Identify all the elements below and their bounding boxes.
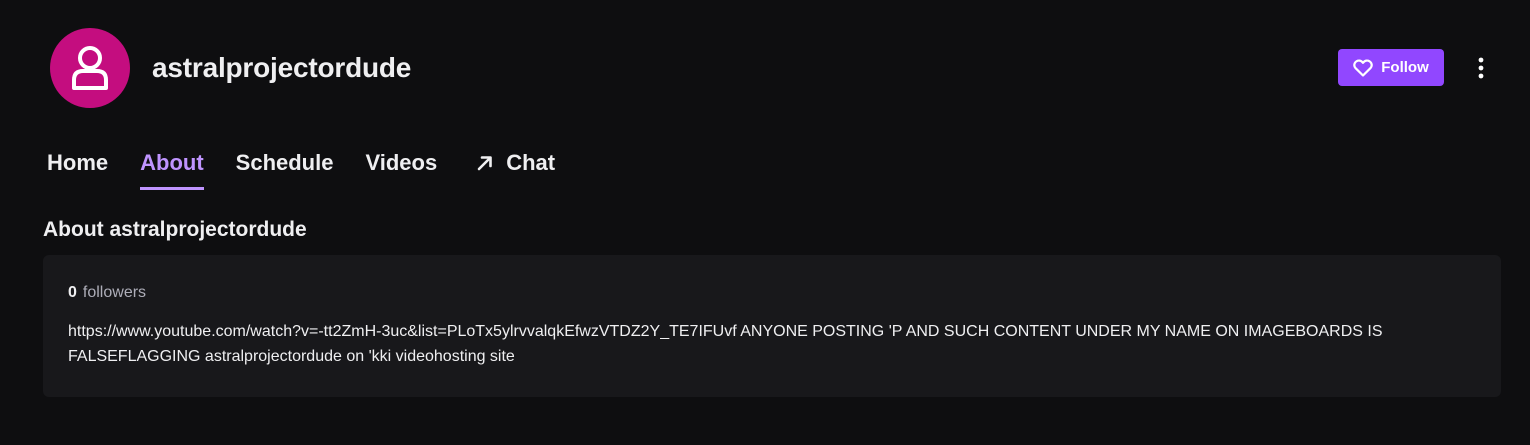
channel-header: astralprojectordude — [50, 28, 411, 108]
follow-button[interactable]: Follow — [1338, 49, 1444, 86]
user-icon — [72, 46, 108, 90]
followers-number: 0 — [68, 284, 77, 301]
tab-videos[interactable]: Videos — [365, 150, 437, 190]
channel-name: astralprojectordude — [152, 52, 412, 83]
about-panel: 0 followers https://www.youtube.com/watch… — [43, 255, 1501, 397]
about-section-title: About astralprojectordude — [43, 218, 307, 241]
vertical-ellipsis-icon — [1478, 57, 1484, 79]
tab-home[interactable]: Home — [47, 150, 108, 190]
tab-about[interactable]: About — [140, 150, 204, 190]
channel-nav: Home About Schedule Videos Chat — [47, 150, 587, 192]
channel-description: https://www.youtube.com/watch?v=-tt2ZmH-… — [68, 323, 1383, 365]
tab-label: Home — [47, 150, 109, 175]
tab-chat[interactable]: Chat — [476, 150, 555, 190]
tab-label: Videos — [365, 150, 438, 175]
follow-label: Follow — [1381, 59, 1429, 76]
heart-icon — [1353, 58, 1374, 77]
tab-label: About — [140, 150, 204, 175]
tab-label: Chat — [506, 150, 556, 175]
followers-label: followers — [82, 284, 147, 301]
followers-count: 0 followers — [68, 284, 1476, 302]
channel-page: astralprojectordude Follow Home About Sc… — [0, 0, 1530, 445]
avatar[interactable] — [50, 28, 130, 108]
external-arrow-icon — [476, 154, 494, 172]
more-options-button[interactable] — [1466, 52, 1496, 84]
tab-schedule[interactable]: Schedule — [236, 150, 334, 190]
tab-label: Schedule — [235, 150, 334, 175]
